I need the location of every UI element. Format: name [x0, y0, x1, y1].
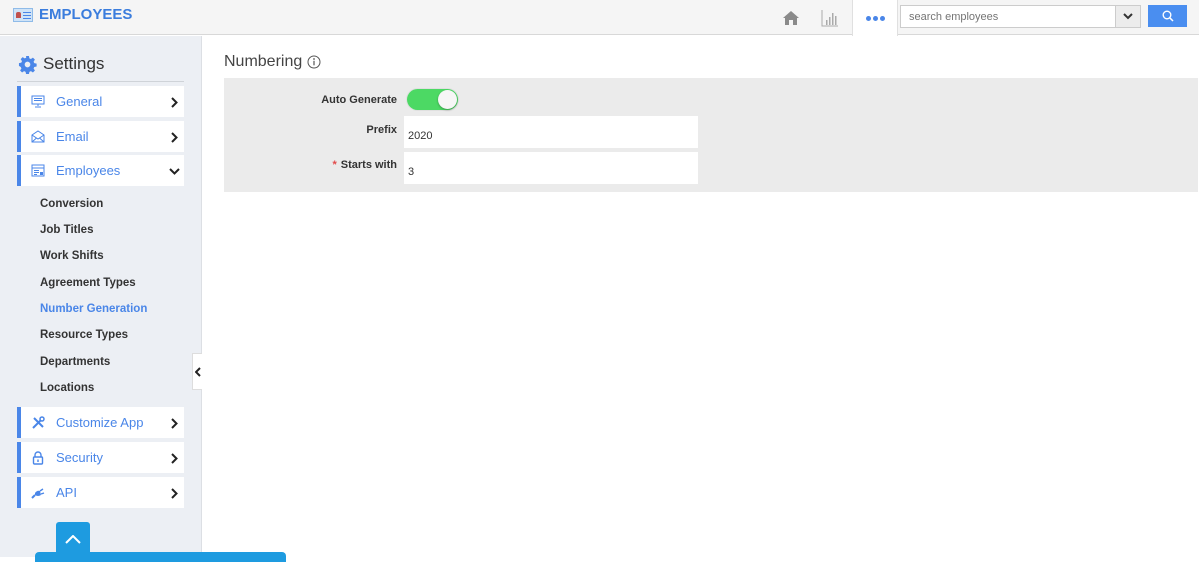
info-icon[interactable] — [307, 55, 321, 69]
chevron-right-icon — [168, 95, 180, 109]
sidebar-subitem-number-generation[interactable]: Number Generation — [40, 303, 147, 315]
plug-icon — [30, 485, 46, 501]
gear-icon — [18, 55, 37, 74]
settings-title: Settings — [43, 54, 105, 73]
toggle-knob — [438, 90, 457, 109]
sidebar-item-customize-app[interactable]: Customize App — [17, 407, 184, 438]
sidebar-subitem-departments[interactable]: Departments — [40, 356, 110, 368]
prefix-input[interactable] — [404, 116, 698, 148]
auto-generate-toggle[interactable] — [407, 89, 458, 110]
sidebar-item-label: Employees — [56, 163, 121, 178]
chevron-right-icon — [168, 130, 180, 144]
chevron-right-icon — [168, 451, 180, 465]
search-button[interactable] — [1148, 5, 1187, 27]
sidebar-subitem-agreement-types[interactable]: Agreement Types — [40, 277, 136, 289]
prefix-label: Prefix — [366, 124, 397, 136]
section-title: Numbering — [224, 53, 303, 70]
home-button[interactable] — [778, 0, 804, 35]
sidebar-item-label: General — [56, 94, 103, 109]
required-marker: * — [332, 159, 337, 171]
starts-with-label: Starts with — [340, 159, 397, 171]
sidebar-subitem-resource-types[interactable]: Resource Types — [40, 329, 128, 341]
sidebar-item-label: Email — [56, 129, 89, 144]
sidebar-item-employees[interactable]: Employees — [17, 155, 184, 186]
chevron-right-icon — [168, 416, 180, 430]
sidebar-item-email[interactable]: Email — [17, 121, 184, 152]
chevron-down-icon — [168, 164, 180, 178]
lock-icon — [30, 450, 46, 466]
search-dropdown-button[interactable] — [1116, 5, 1141, 28]
chevron-left-icon — [194, 366, 201, 377]
auto-generate-label-wrap: Auto Generate — [224, 94, 397, 108]
id-card-icon — [13, 7, 33, 22]
top-bar: EMPLOYEES — [0, 0, 1199, 36]
sidebar-item-label: API — [56, 485, 77, 500]
more-icon — [865, 15, 885, 21]
sidebar-subitem-conversion[interactable]: Conversion — [40, 198, 103, 210]
starts-with-label-group: * Starts with — [332, 159, 397, 171]
sidebar-item-security[interactable]: Security — [17, 442, 184, 473]
app-brand[interactable]: EMPLOYEES — [13, 6, 132, 23]
reports-button[interactable] — [817, 0, 843, 35]
sidebar-subitem-locations[interactable]: Locations — [40, 382, 94, 394]
search-icon — [1162, 10, 1174, 22]
sidebar-subitem-job-titles[interactable]: Job Titles — [40, 224, 93, 236]
sidebar-subitem-work-shifts[interactable]: Work Shifts — [40, 250, 104, 262]
sidebar-item-api[interactable]: API — [17, 477, 184, 508]
home-icon — [783, 10, 799, 25]
chevron-right-icon — [168, 486, 180, 500]
monitor-icon — [30, 94, 46, 110]
prefix-label-wrap: Prefix — [224, 124, 397, 138]
sidebar-item-label: Security — [56, 450, 103, 465]
search-input[interactable] — [900, 5, 1116, 28]
envelope-icon — [30, 129, 46, 145]
sidebar: Settings General Email Employees Convers… — [0, 36, 202, 557]
bottom-bar[interactable] — [35, 552, 286, 562]
starts-with-label-wrap: * Starts with — [224, 159, 397, 173]
chart-icon — [821, 9, 838, 26]
chevron-up-icon — [65, 535, 81, 544]
app-title: EMPLOYEES — [39, 6, 133, 23]
more-button[interactable] — [852, 0, 898, 36]
settings-header: Settings — [18, 54, 104, 74]
starts-with-input[interactable] — [404, 152, 698, 184]
sidebar-item-label: Customize App — [56, 415, 144, 430]
tools-icon — [30, 415, 46, 431]
chevron-down-icon — [1123, 13, 1133, 20]
divider — [17, 81, 184, 82]
sidebar-item-general[interactable]: General — [17, 86, 184, 117]
auto-generate-label: Auto Generate — [321, 94, 397, 106]
sidebar-collapse-handle[interactable] — [192, 353, 202, 390]
window-icon — [30, 163, 46, 179]
section-header: Numbering — [224, 53, 321, 71]
